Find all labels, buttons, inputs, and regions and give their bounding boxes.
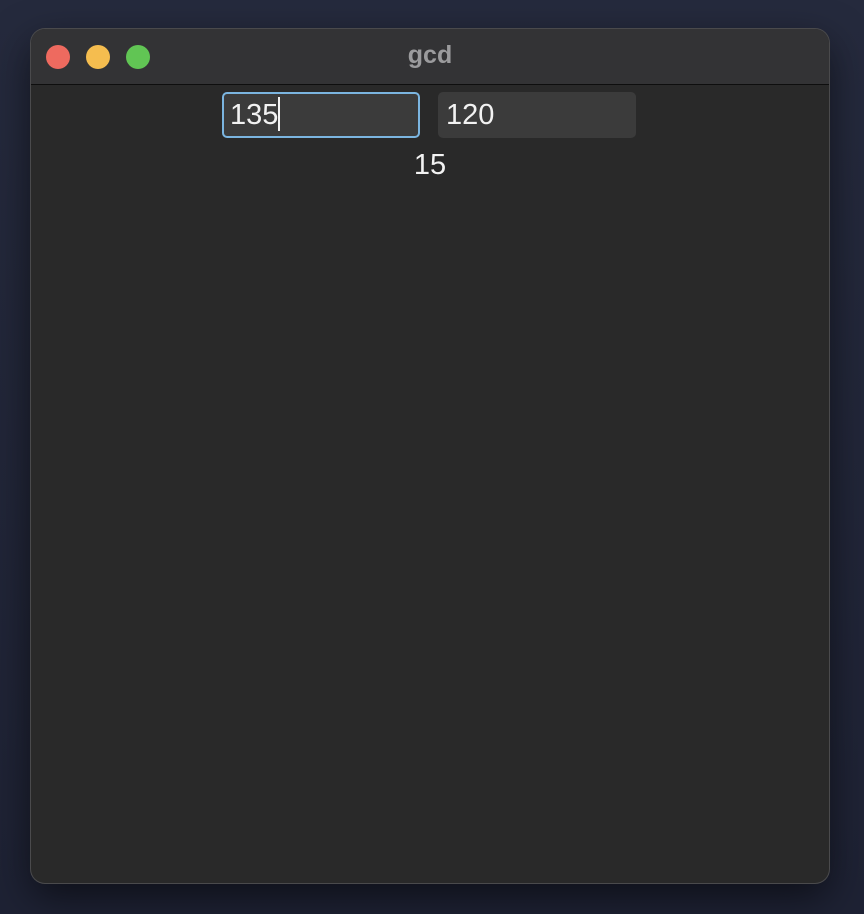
second-number-value: 120: [446, 99, 495, 131]
second-number-input[interactable]: 120: [438, 92, 636, 138]
app-window: gcd 135 120 15: [31, 29, 829, 883]
gcd-result: 15: [413, 149, 447, 181]
first-number-value: 135: [230, 99, 279, 131]
window-title: gcd: [407, 41, 453, 69]
title-bar[interactable]: gcd: [31, 29, 829, 85]
text-caret: [278, 97, 281, 132]
main-content: 135 120 15: [31, 85, 829, 883]
first-number-input[interactable]: 135: [222, 92, 420, 138]
